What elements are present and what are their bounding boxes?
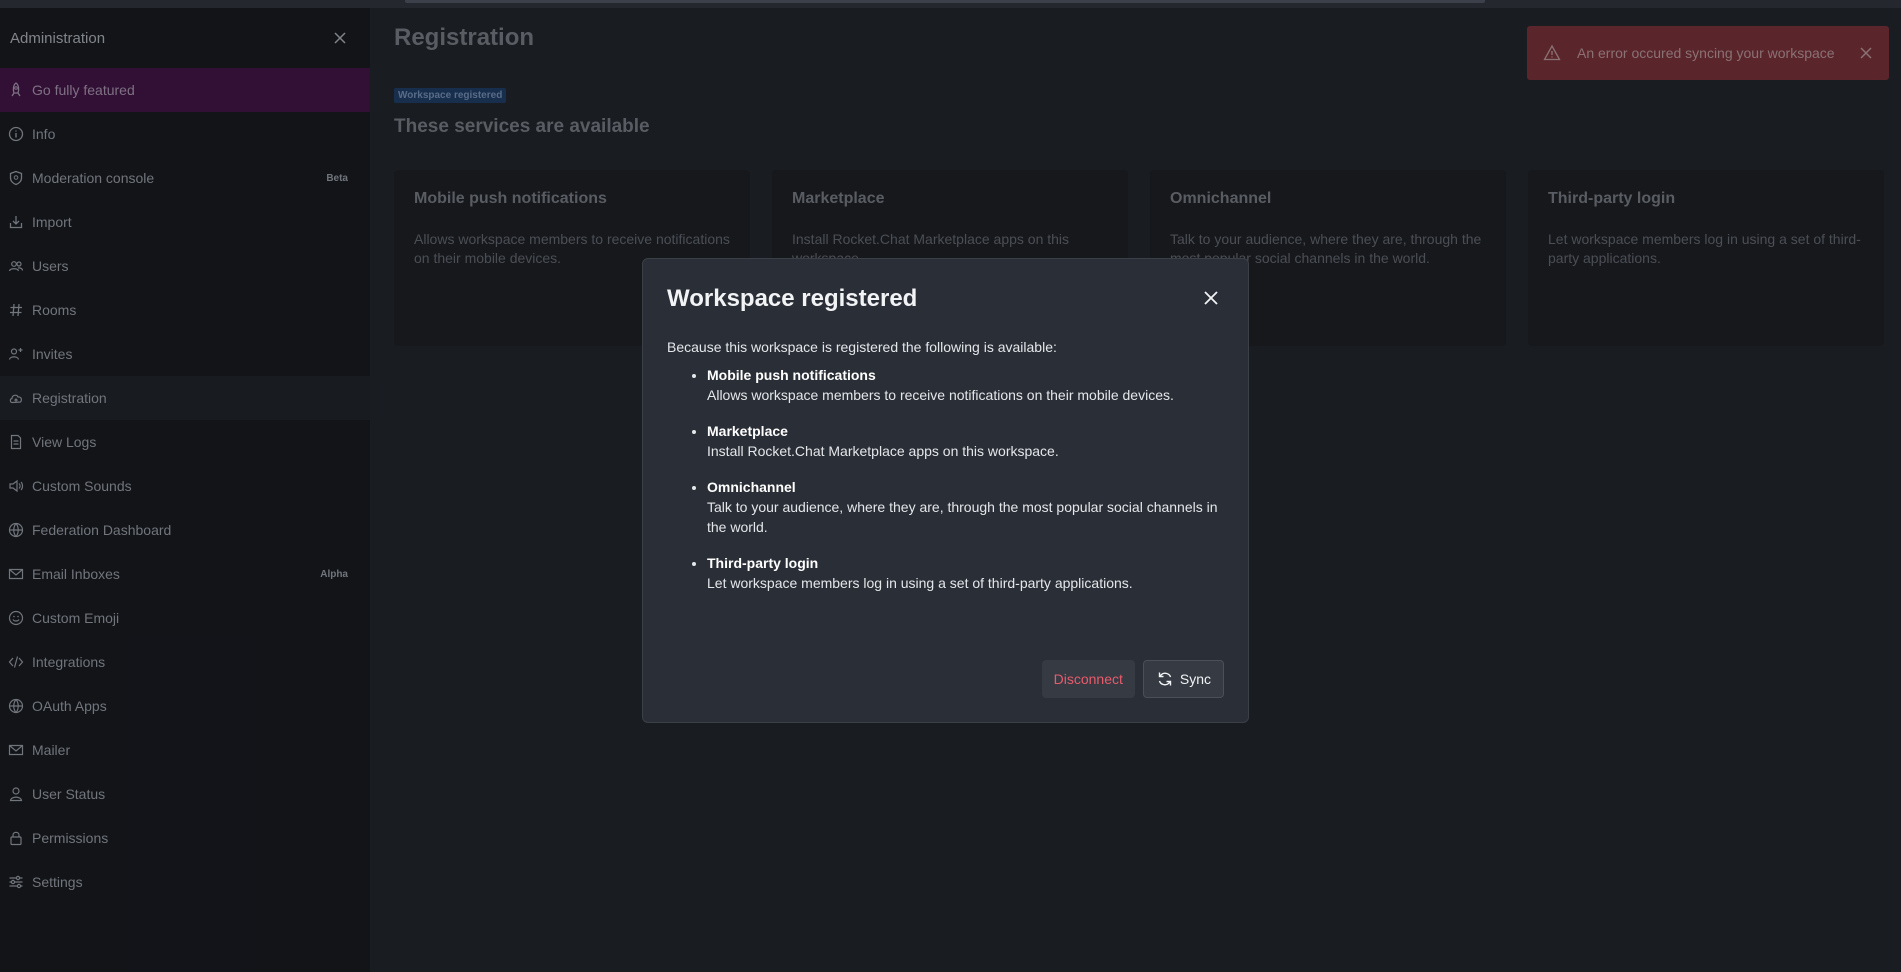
feature-desc: Let workspace members log in using a set…	[707, 575, 1133, 591]
modal-footer: Disconnect Sync	[1041, 660, 1224, 698]
feature-title: Mobile push notifications	[707, 367, 876, 383]
feature-desc: Talk to your audience, where they are, t…	[707, 499, 1218, 535]
feature-desc: Install Rocket.Chat Marketplace apps on …	[707, 443, 1059, 459]
list-item: Omnichannel Talk to your audience, where…	[707, 477, 1227, 537]
feature-title: Third-party login	[707, 555, 819, 571]
feature-list: Mobile push notifications Allows workspa…	[685, 365, 1227, 609]
feature-desc: Allows workspace members to receive noti…	[707, 387, 1174, 403]
sync-button[interactable]: Sync	[1142, 660, 1224, 698]
feature-title: Marketplace	[707, 423, 788, 439]
feature-title: Omnichannel	[707, 479, 796, 495]
sync-label: Sync	[1179, 671, 1211, 687]
sync-icon	[1158, 672, 1172, 686]
list-item: Mobile push notifications Allows workspa…	[707, 365, 1227, 405]
close-modal-icon[interactable]	[1202, 289, 1220, 307]
list-item: Marketplace Install Rocket.Chat Marketpl…	[707, 421, 1227, 461]
list-item: Third-party login Let workspace members …	[707, 553, 1227, 593]
workspace-registered-modal: Workspace registered Because this worksp…	[642, 258, 1249, 723]
modal-intro: Because this workspace is registered the…	[667, 339, 1057, 355]
modal-title: Workspace registered	[667, 285, 918, 312]
disconnect-button[interactable]: Disconnect	[1041, 660, 1135, 698]
